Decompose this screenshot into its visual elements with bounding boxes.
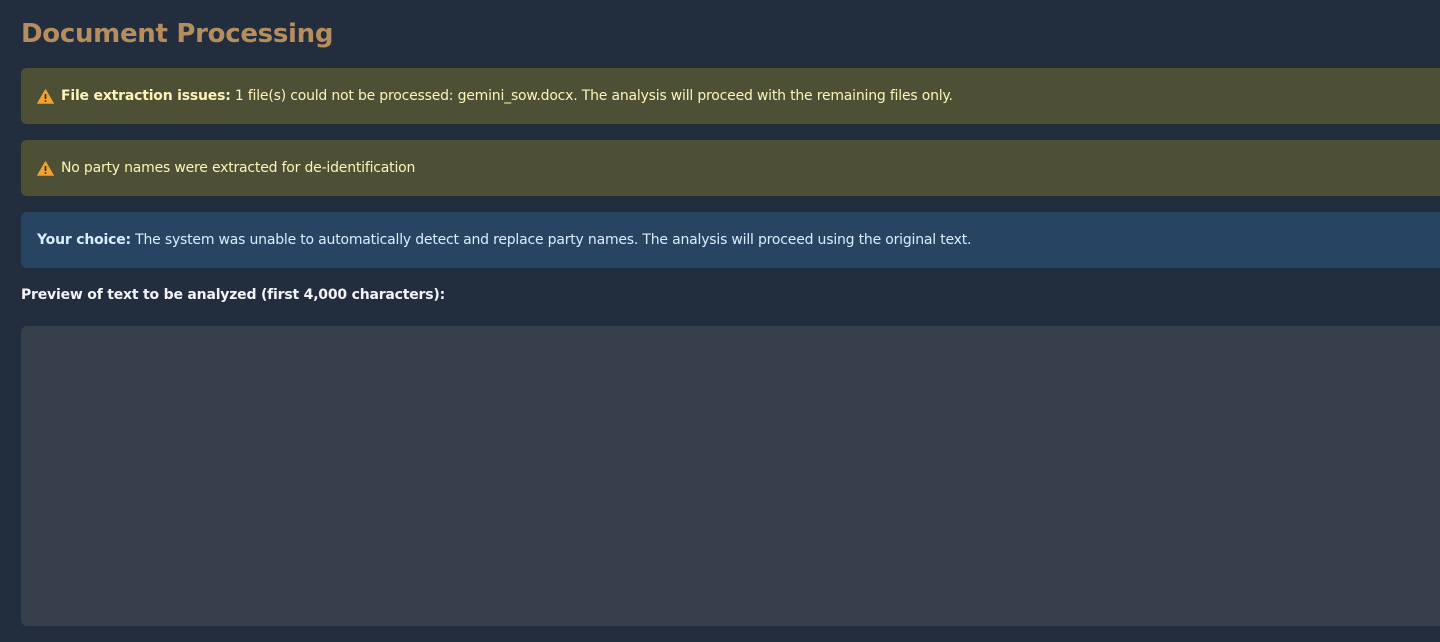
party-names-warning: No party names were extracted for de-ide… [21, 140, 1440, 196]
your-choice-info: Your choice: The system was unable to au… [21, 212, 1440, 268]
alert-bold-text: Your choice: [37, 232, 131, 248]
preview-label: Preview of text to be analyzed (first 4,… [21, 287, 445, 303]
preview-textarea[interactable] [21, 326, 1440, 626]
alert-text: 1 file(s) could not be processed: gemini… [230, 88, 953, 104]
page-title: Document Processing [21, 19, 334, 49]
document-processing-page: Document Processing File extraction issu… [0, 0, 1440, 642]
warning-icon [37, 160, 54, 176]
alert-text: The system was unable to automatically d… [130, 232, 972, 248]
alert-text: No party names were extracted for de-ide… [61, 160, 416, 176]
warning-icon [37, 88, 54, 104]
alert-bold-text: File extraction issues: [61, 88, 231, 104]
file-extraction-warning: File extraction issues: 1 file(s) could … [21, 68, 1440, 124]
